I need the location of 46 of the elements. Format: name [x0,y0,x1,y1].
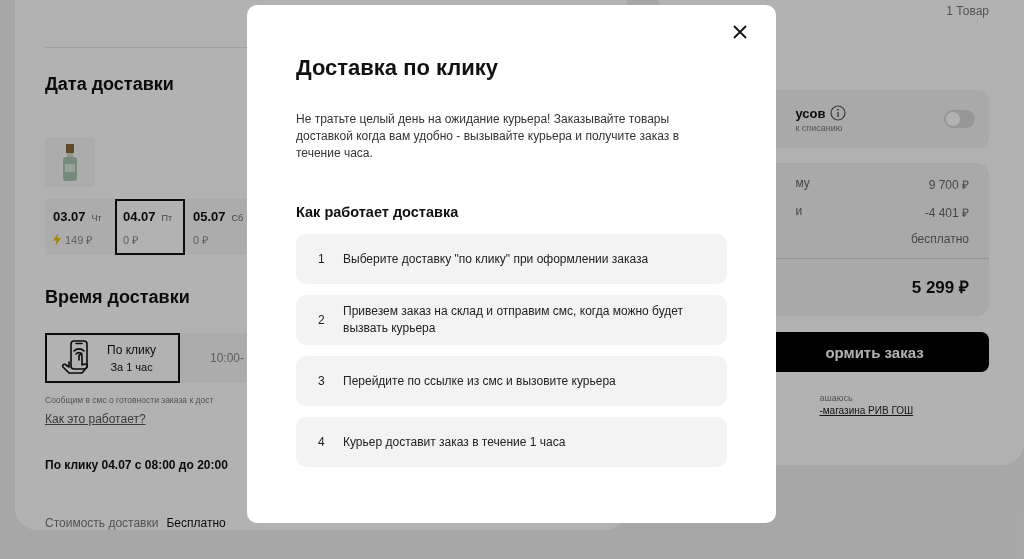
price-label: 149 ₽ [65,233,93,247]
item-count: 1 Товар [946,4,989,18]
summary-label: и [795,204,803,220]
step-text: Выберите доставку "по клику" при оформлении заказа [343,250,649,268]
sms-note: Сообщим в смс о готовности заказа к дост [45,395,215,405]
date-option[interactable]: 04.07 Пт 0 ₽ [115,199,185,255]
info-icon[interactable] [830,105,847,121]
time-option[interactable]: По клику За 1 час [45,333,180,383]
weekday-label: Сб [231,213,244,223]
step-number: 1 [318,250,326,268]
total-value: 5 299 ₽ [911,277,969,298]
bonus-toggle[interactable] [944,110,975,128]
terms-link[interactable]: -магазина РИВ ГОШ [819,405,914,416]
summary-value: бесплатно [910,232,969,246]
consent-text: ашаюсь [818,393,854,403]
date-label: 04.07 [123,209,156,224]
weekday-label: Пт [161,213,173,223]
section-title: Время доставки [45,287,191,308]
date-label: 05.07 [193,209,226,224]
price-label: 0 ₽ [123,233,139,247]
modal-title: Доставка по клику [296,55,500,81]
date-option[interactable]: 03.07 Чт 149 ₽ [45,199,115,255]
step-text: Перейдите по ссылке из смс и вызовите курьера [343,372,616,390]
weekday-label: Чт [91,213,102,223]
option-sublabel: За 1 час [110,361,153,373]
option-label: По клику [107,343,157,357]
summary-value: -4 401 ₽ [924,205,969,221]
step-number: 4 [318,433,326,451]
step-number: 2 [318,311,326,329]
step-text: Курьер доставит заказ в течение 1 часа [343,433,566,451]
step-number: 3 [318,372,326,390]
section-title: Дата доставки [45,74,175,95]
cost-value: Бесплатно [166,516,226,530]
date-option[interactable]: 05.07 Сб 0 ₽ [185,199,247,255]
summary-value: 9 700 ₽ [928,177,969,193]
summary-label: му [795,176,810,192]
price-label: 0 ₽ [193,233,209,247]
steps-title: Как работает доставка [296,204,460,220]
date-label: 03.07 [53,209,86,224]
modal-description: Не тратьте целый день на ожидание курьера! Заказывайте товары доставкой когда вам удобно - вызывайте курьера и получите заказ в течение часа. [296,111,681,162]
bonus-note: к списанию [795,123,844,133]
help-link[interactable]: Как это работает? [45,412,146,426]
cost-label: Стоимость доставки [45,516,159,530]
delivery-summary: По клику 04.07 с 08:00 до 20:00 [45,458,229,472]
step-text: Привезем заказ на склад и отправим смс, когда можно будет вызвать курьера [343,303,685,337]
bonus-title: усов [795,105,826,121]
